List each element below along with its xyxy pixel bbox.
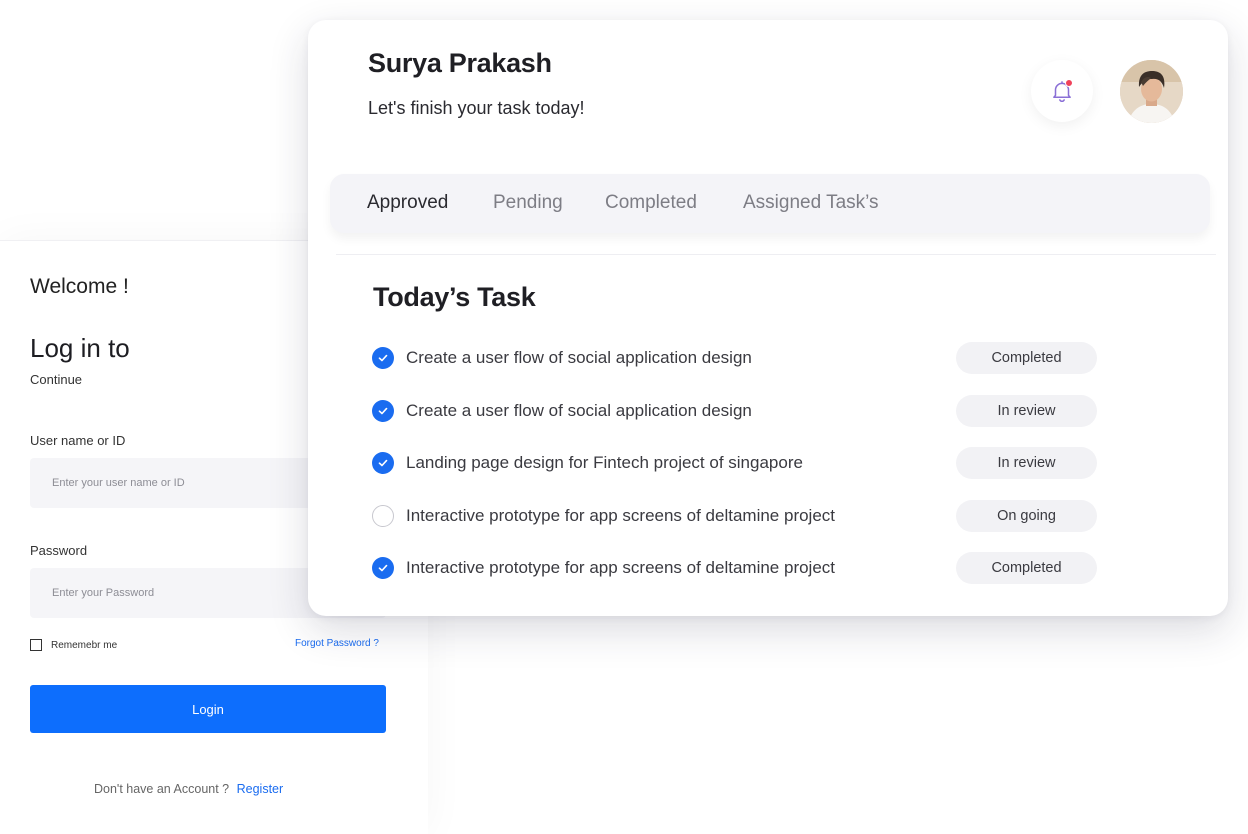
task-checkbox[interactable]	[372, 505, 394, 527]
no-account-text: Don't have an Account ?	[94, 782, 230, 796]
status-badge: Completed	[956, 342, 1097, 374]
task-checkbox[interactable]	[372, 557, 394, 579]
check-icon	[378, 354, 388, 362]
task-title: Create a user flow of social application…	[406, 401, 752, 420]
remember-me-checkbox[interactable]	[30, 639, 42, 651]
check-icon	[378, 407, 388, 415]
remember-me[interactable]: Rememebr me	[30, 639, 117, 651]
username-label: User name or ID	[30, 433, 126, 448]
task-row: Landing page design for Fintech project …	[372, 447, 1098, 481]
task-row: Create a user flow of social application…	[372, 395, 1098, 429]
status-badge: In review	[956, 395, 1097, 427]
login-title: Log in to	[30, 333, 130, 363]
notification-button[interactable]	[1031, 60, 1093, 122]
status-badge: On going	[956, 500, 1097, 532]
status-badge: Completed	[956, 552, 1097, 584]
tab-assigned-tasks[interactable]: Assigned Task’s	[743, 192, 879, 214]
notification-dot	[1065, 79, 1073, 87]
check-icon	[378, 459, 388, 467]
login-button[interactable]: Login	[30, 685, 386, 733]
tab-approved[interactable]: Approved	[367, 192, 448, 214]
task-row: Interactive prototype for app screens of…	[372, 500, 1098, 534]
greeting-subtitle: Let's finish your task today!	[368, 98, 585, 118]
avatar[interactable]	[1120, 60, 1183, 123]
task-checkbox[interactable]	[372, 452, 394, 474]
task-title: Interactive prototype for app screens of…	[406, 558, 836, 577]
register-link[interactable]: Register	[237, 782, 284, 796]
tab-pending[interactable]: Pending	[493, 192, 563, 214]
tab-completed[interactable]: Completed	[605, 192, 697, 214]
section-title: Today’s Task	[373, 282, 536, 312]
register-row: Don't have an Account ? Register	[94, 782, 283, 796]
login-subtitle: Continue	[30, 372, 83, 387]
user-name: Surya Prakash	[368, 48, 552, 78]
remember-me-label: Rememebr me	[51, 639, 118, 651]
status-tabs: Approved Pending Completed Assigned Task…	[330, 174, 1210, 233]
divider	[336, 254, 1216, 255]
task-row: Create a user flow of social application…	[372, 342, 1098, 376]
task-checkbox[interactable]	[372, 400, 394, 422]
status-badge: In review	[956, 447, 1097, 479]
task-dashboard-card: Surya Prakash Let's finish your task tod…	[308, 20, 1228, 616]
welcome-text: Welcome !	[30, 275, 129, 298]
task-title: Create a user flow of social application…	[406, 348, 752, 367]
task-title: Interactive prototype for app screens of…	[406, 506, 836, 525]
check-icon	[378, 564, 388, 572]
task-row: Interactive prototype for app screens of…	[372, 552, 1098, 586]
task-checkbox[interactable]	[372, 347, 394, 369]
task-title: Landing page design for Fintech project …	[406, 453, 803, 472]
forgot-password-link[interactable]: Forgot Password ?	[295, 638, 379, 649]
password-label: Password	[30, 543, 88, 558]
